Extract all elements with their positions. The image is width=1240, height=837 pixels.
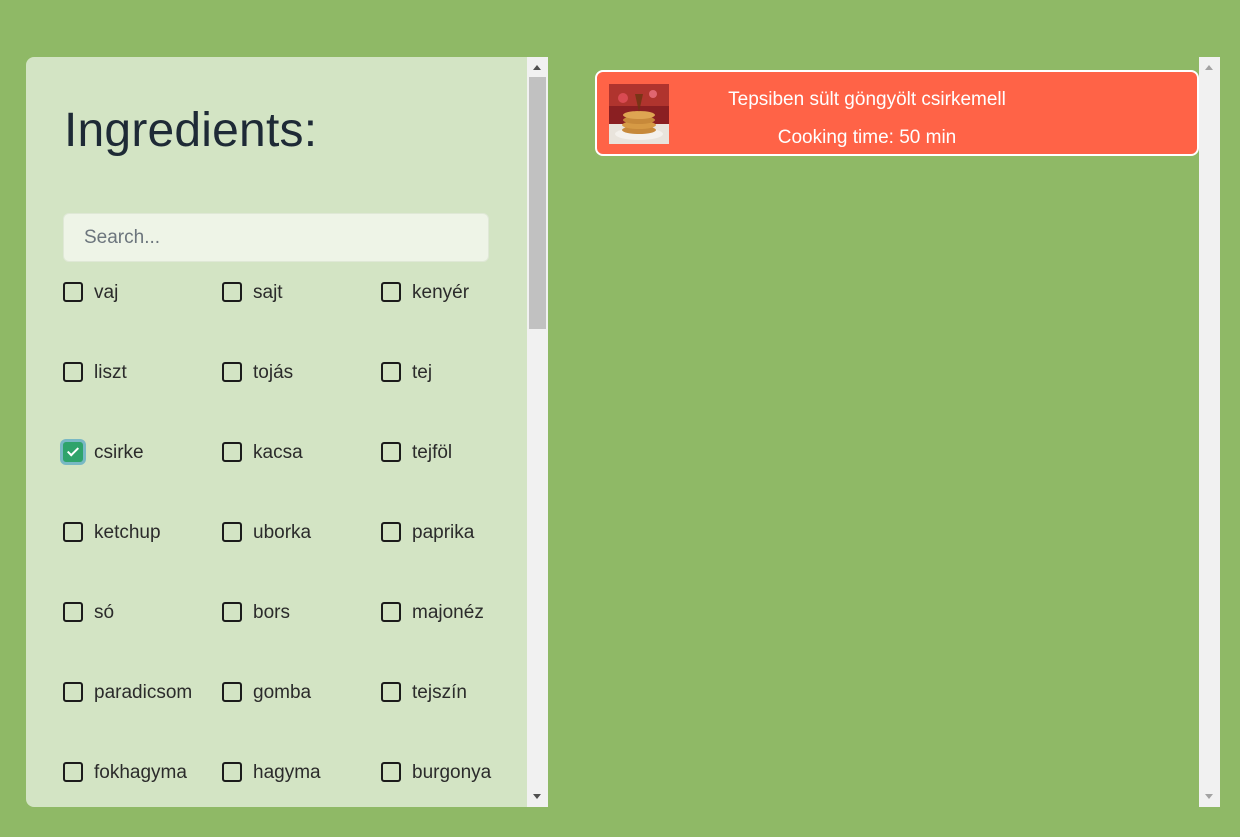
recipe-title: Tepsiben sült göngyölt csirkemell <box>728 89 1006 110</box>
ingredient-label: sajt <box>253 282 283 303</box>
checkbox[interactable] <box>381 282 401 302</box>
ingredient-grid: vaj sajt kenyér liszt tojás tej csirke kacsa tej… <box>63 281 527 807</box>
checkbox-checked[interactable] <box>63 442 83 462</box>
checkbox[interactable] <box>63 522 83 542</box>
ingredient-option[interactable]: kenyér <box>381 281 527 361</box>
checkbox[interactable] <box>222 762 242 782</box>
scroll-down-arrow-icon[interactable] <box>533 794 541 799</box>
recipes-scrollbar[interactable] <box>1199 57 1220 807</box>
checkbox[interactable] <box>381 602 401 622</box>
ingredient-label: burgonya <box>412 762 492 783</box>
ingredient-option[interactable]: liszt <box>63 361 222 441</box>
ingredient-label: tej <box>412 362 433 383</box>
ingredients-content: Ingredients: vaj sajt kenyér liszt tojás tej c… <box>26 57 527 807</box>
checkbox[interactable] <box>222 442 242 462</box>
ingredient-label: tejföl <box>412 442 453 463</box>
ingredient-label: uborka <box>253 522 312 543</box>
ingredient-option[interactable]: uborka <box>222 521 381 601</box>
ingredient-label: tojás <box>253 362 294 383</box>
ingredient-option[interactable]: hagyma <box>222 761 381 807</box>
ingredients-panel: Ingredients: vaj sajt kenyér liszt tojás tej c… <box>26 57 548 807</box>
ingredient-option[interactable]: paprika <box>381 521 527 601</box>
scroll-up-arrow-icon[interactable] <box>533 65 541 70</box>
recipe-cooking-time: Cooking time: 50 min <box>777 127 957 148</box>
ingredient-option[interactable]: paradicsom <box>63 681 222 761</box>
ingredient-option[interactable]: tejföl <box>381 441 527 521</box>
ingredient-option[interactable]: kacsa <box>222 441 381 521</box>
ingredient-label: vaj <box>94 282 119 303</box>
ingredient-option[interactable]: ketchup <box>63 521 222 601</box>
ingredient-option[interactable]: só <box>63 601 222 681</box>
checkbox[interactable] <box>381 362 401 382</box>
checkbox[interactable] <box>63 282 83 302</box>
checkbox[interactable] <box>381 682 401 702</box>
ingredient-label: tejszín <box>412 682 467 703</box>
ingredient-option[interactable]: fokhagyma <box>63 761 222 807</box>
page-title: Ingredients: <box>64 104 318 157</box>
ingredient-label: fokhagyma <box>94 762 187 783</box>
checkbox[interactable] <box>381 762 401 782</box>
search-input[interactable] <box>63 213 489 262</box>
ingredients-scrollbar[interactable] <box>527 57 548 807</box>
scrollbar-thumb[interactable] <box>529 77 546 329</box>
ingredient-option[interactable]: bors <box>222 601 381 681</box>
ingredient-label: liszt <box>94 362 127 383</box>
recipe-card[interactable]: Tepsiben sült göngyölt csirkemell Cookin… <box>595 70 1199 156</box>
scroll-up-arrow-icon[interactable] <box>1205 65 1213 70</box>
ingredient-label: hagyma <box>253 762 321 783</box>
checkbox[interactable] <box>222 282 242 302</box>
ingredient-label: majonéz <box>412 602 484 623</box>
ingredient-label: paprika <box>412 522 475 543</box>
checkbox[interactable] <box>222 602 242 622</box>
ingredient-option[interactable]: burgonya <box>381 761 527 807</box>
ingredient-option[interactable]: tojás <box>222 361 381 441</box>
checkbox[interactable] <box>63 762 83 782</box>
ingredient-label: gomba <box>253 682 312 703</box>
ingredient-label: paradicsom <box>94 682 193 703</box>
checkbox[interactable] <box>381 522 401 542</box>
checkbox[interactable] <box>222 522 242 542</box>
checkbox[interactable] <box>381 442 401 462</box>
ingredient-option[interactable]: majonéz <box>381 601 527 681</box>
checkbox[interactable] <box>222 362 242 382</box>
checkbox[interactable] <box>63 362 83 382</box>
checkbox[interactable] <box>63 602 83 622</box>
recipe-image <box>609 84 669 144</box>
ingredient-label: ketchup <box>94 522 161 543</box>
ingredient-option[interactable]: sajt <box>222 281 381 361</box>
ingredient-option[interactable]: tej <box>381 361 527 441</box>
ingredient-option[interactable]: vaj <box>63 281 222 361</box>
ingredient-option[interactable]: tejszín <box>381 681 527 761</box>
ingredient-option[interactable]: csirke <box>63 441 222 521</box>
checkbox[interactable] <box>222 682 242 702</box>
ingredient-label: kacsa <box>253 442 303 463</box>
ingredient-label: csirke <box>94 442 144 463</box>
ingredient-label: bors <box>253 602 290 623</box>
checkbox[interactable] <box>63 682 83 702</box>
ingredient-label: só <box>94 602 115 623</box>
scroll-down-arrow-icon[interactable] <box>1205 794 1213 799</box>
ingredient-label: kenyér <box>412 282 470 303</box>
ingredient-option[interactable]: gomba <box>222 681 381 761</box>
